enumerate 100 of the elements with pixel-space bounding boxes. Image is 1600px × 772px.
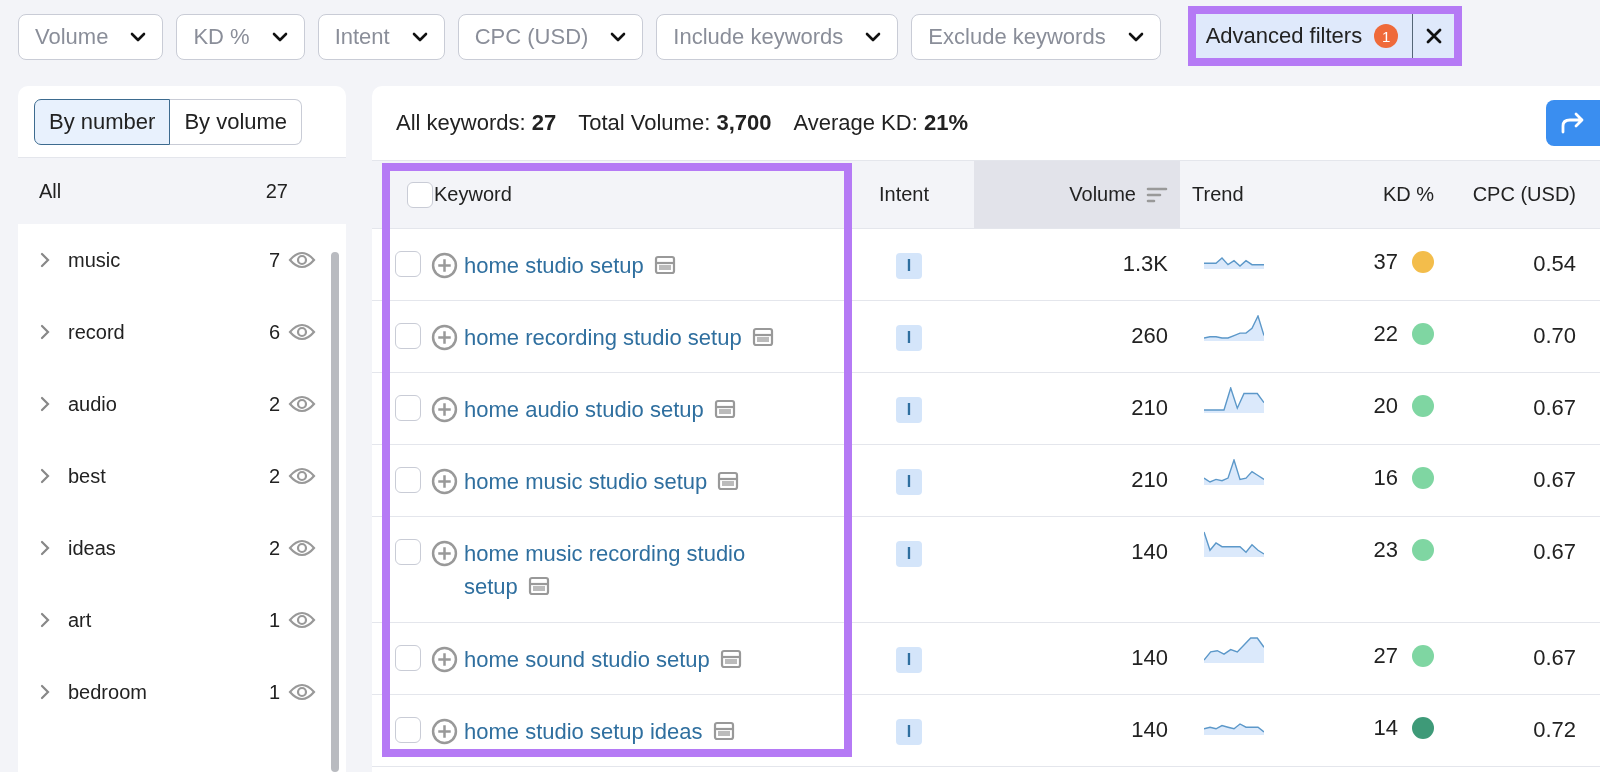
group-count: 27: [265, 179, 288, 203]
group-label[interactable]: bedroom: [68, 680, 269, 704]
eye-icon[interactable]: [288, 538, 316, 558]
checkbox[interactable]: [395, 395, 421, 421]
column-header[interactable]: Trend: [1180, 161, 1308, 228]
column-label: Keyword: [434, 183, 512, 206]
group-label[interactable]: art: [68, 608, 269, 632]
eye-icon[interactable]: [288, 466, 316, 486]
intent-badge: I: [896, 397, 922, 423]
group-label: All: [39, 179, 62, 203]
add-circle-icon[interactable]: [431, 324, 458, 351]
toggle-tab[interactable]: By volume: [170, 99, 303, 145]
group-label[interactable]: record: [68, 320, 269, 344]
add-circle-icon[interactable]: [431, 718, 458, 745]
keyword-link[interactable]: home audio studio setup: [464, 393, 789, 426]
serp-features-icon[interactable]: [751, 327, 774, 347]
kd-value: 14: [1373, 715, 1398, 741]
cpc-cell-text: 0.67: [1532, 644, 1577, 671]
group-count: 2: [268, 392, 280, 416]
summary-stat: All keywords: 27: [396, 110, 557, 136]
volume-cell-text: 140: [1130, 644, 1169, 671]
chevron-icon[interactable]: [40, 612, 50, 628]
chevron-icon[interactable]: [40, 540, 50, 556]
trend-sparkline: [1204, 723, 1264, 735]
summary-stat: Average KD: 21%: [793, 110, 968, 136]
serp-features-icon[interactable]: [719, 649, 742, 669]
trend-sparkline: [1204, 531, 1264, 557]
trend-sparkline: [1204, 387, 1264, 413]
kd-value: 20: [1373, 393, 1398, 419]
keyword-link[interactable]: home recording studio setup: [464, 321, 789, 354]
eye-icon[interactable]: [288, 250, 316, 270]
group-count: 2: [268, 536, 280, 560]
kd-value: 22: [1373, 321, 1398, 347]
toggle-tab[interactable]: By number: [34, 99, 171, 145]
serp-features-icon[interactable]: [653, 255, 676, 275]
trend-sparkline: [1204, 315, 1264, 341]
add-circle-icon[interactable]: [431, 468, 458, 495]
group-label[interactable]: audio: [68, 392, 269, 416]
chevron-down-icon: [271, 32, 288, 42]
sort-icon: [1146, 185, 1168, 204]
add-circle-icon[interactable]: [431, 646, 458, 673]
volume-cell-text: 260: [1130, 322, 1169, 349]
checkbox[interactable]: [395, 323, 421, 349]
serp-features-icon[interactable]: [713, 399, 736, 419]
keyword-link[interactable]: home music recording studio setup: [464, 537, 789, 603]
kd-value: 37: [1373, 249, 1398, 275]
checkbox[interactable]: [395, 251, 421, 277]
export-button[interactable]: [1546, 100, 1600, 146]
serp-features-icon[interactable]: [717, 471, 740, 491]
group-label[interactable]: best: [68, 464, 269, 488]
checkbox[interactable]: [395, 539, 421, 565]
group-count: 7: [268, 248, 280, 272]
add-circle-icon[interactable]: [431, 252, 458, 279]
column-label: Volume: [1069, 183, 1136, 206]
volume-cell-text: 210: [1130, 394, 1169, 421]
keyword-link[interactable]: home music studio setup: [464, 465, 789, 498]
close-icon: [1425, 28, 1442, 44]
group-label[interactable]: ideas: [68, 536, 269, 560]
column-header[interactable]: Keyword: [434, 161, 834, 228]
eye-icon[interactable]: [288, 682, 316, 702]
intent-badge: I: [896, 469, 922, 495]
chevron-icon[interactable]: [40, 252, 50, 268]
trend-sparkline: [1204, 459, 1264, 485]
trend-sparkline: [1204, 257, 1264, 269]
checkbox[interactable]: [395, 645, 421, 671]
group-label[interactable]: music: [68, 248, 269, 272]
column-header[interactable]: Volume: [974, 161, 1180, 228]
column-label: Intent: [878, 183, 929, 206]
chevron-down-icon: [1127, 32, 1144, 42]
chevron-icon[interactable]: [40, 468, 50, 484]
column-header[interactable]: KD %: [1308, 161, 1458, 228]
serp-features-icon[interactable]: [712, 721, 735, 741]
checkbox[interactable]: [407, 181, 433, 208]
volume-cell-text: 1.3K: [1121, 250, 1169, 277]
column-header[interactable]: CPC (USD): [1458, 161, 1600, 228]
kd-value: 16: [1373, 465, 1398, 491]
eye-icon[interactable]: [288, 394, 316, 414]
column-header[interactable]: Intent: [834, 161, 974, 228]
chevron-icon[interactable]: [40, 324, 50, 340]
intent-badge: I: [896, 541, 922, 567]
eye-icon[interactable]: [288, 322, 316, 342]
serp-features-icon[interactable]: [527, 576, 550, 596]
checkbox[interactable]: [395, 717, 421, 743]
kd-value: 27: [1373, 643, 1398, 669]
add-circle-icon[interactable]: [431, 540, 458, 567]
checkbox[interactable]: [395, 467, 421, 493]
cpc-cell-text: 0.67: [1532, 394, 1577, 421]
column-label: CPC (USD): [1472, 183, 1576, 206]
scrollbar[interactable]: [331, 252, 339, 772]
keyword-link[interactable]: home studio setup ideas: [464, 715, 789, 748]
trend-sparkline: [1204, 637, 1264, 663]
chevron-icon[interactable]: [40, 684, 50, 700]
intent-badge: I: [896, 325, 922, 351]
chevron-icon[interactable]: [40, 396, 50, 412]
eye-icon[interactable]: [288, 610, 316, 630]
keyword-link[interactable]: home sound studio setup: [464, 643, 789, 676]
add-circle-icon[interactable]: [431, 396, 458, 423]
keyword-link[interactable]: home studio setup: [464, 249, 789, 282]
group-row[interactable]: All 27: [18, 157, 346, 224]
group-count: 1: [268, 680, 280, 704]
